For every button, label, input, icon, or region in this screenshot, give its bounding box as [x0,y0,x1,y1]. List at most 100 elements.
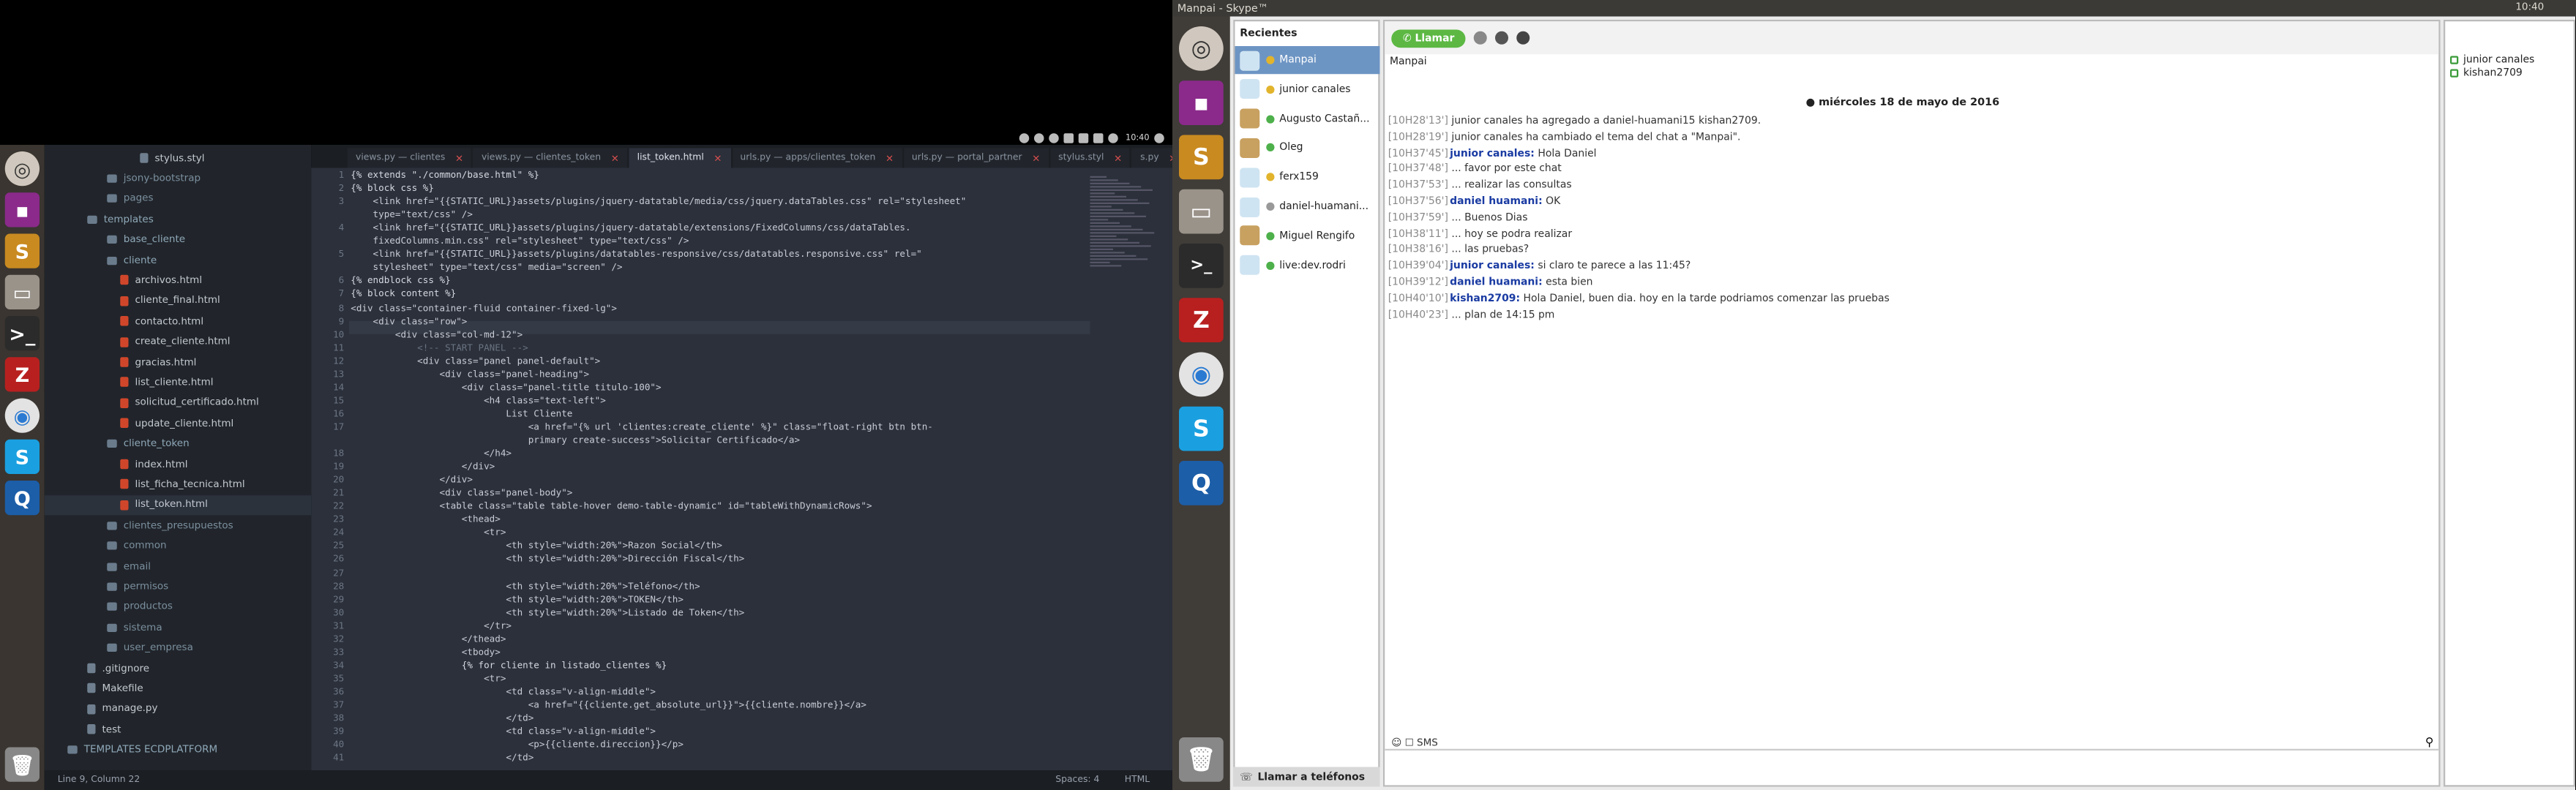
member-item[interactable]: kishan2709 [2450,67,2523,79]
close-icon[interactable]: × [714,152,722,164]
message-input[interactable]: ☺ ☐ SMS ⚲ [1385,736,2439,786]
sidebar-item[interactable]: index.html [45,454,312,474]
code-line[interactable]: <link href="{{STATIC_URL}}assets/plugins… [351,251,922,261]
status-syntax[interactable]: HTML [1125,775,1150,786]
sidebar-item[interactable]: list_token.html [44,494,312,515]
code-line[interactable]: </thead> [351,635,506,645]
sidebar-item[interactable]: .gitignore [45,658,312,678]
code-line[interactable]: primary create-success">Solicitar Certif… [351,436,800,446]
sidebar-item[interactable]: contacto.html [45,312,312,331]
code-line[interactable]: <h4 class="text-left"> [351,396,606,407]
recent-contact[interactable]: Oleg [1235,134,1380,162]
code-line[interactable]: <div class="panel-title titulo-100"> [351,383,662,394]
sublime-text-icon[interactable]: S [1179,135,1224,180]
code-line[interactable]: <table class="table table-hover demo-tab… [351,503,872,513]
chat-icon[interactable]: Q [4,481,40,516]
clock[interactable]: 10:40 [2515,1,2544,13]
code-line[interactable]: {% for cliente in listado_clientes %} [351,661,667,672]
recent-contact[interactable]: Manpai [1235,46,1380,75]
terminal-icon[interactable]: >_ [4,316,40,351]
power-tray-icon[interactable] [1154,133,1164,143]
code-line[interactable]: <th style="width:20%">Listado de Token</… [351,609,744,619]
tab-3[interactable]: urls.py — apps/clientes_token × [732,148,902,168]
chrome-icon[interactable]: ◉ [4,398,40,433]
sidebar-item[interactable]: productos [45,597,312,617]
chat-tray-icon[interactable] [1048,133,1058,143]
code-line[interactable]: {% extends "./common/base.html" %} [351,171,539,181]
code-line[interactable]: </tr> [351,622,512,632]
close-icon[interactable]: × [886,152,894,164]
code-line[interactable]: <th style="width:20%">Dirección Fiscal</… [351,555,744,565]
sidebar-item[interactable]: gracias.html [45,353,312,372]
trash-icon[interactable]: 🗑 [1179,737,1224,782]
code-line[interactable]: <div class="row"> [351,317,468,327]
sidebar-item[interactable]: clientes_presupuestos [45,516,312,535]
recent-contact[interactable]: ferx159 [1235,163,1380,191]
recent-contact[interactable]: live:dev.rodri [1235,251,1380,279]
files-icon[interactable]: ▭ [1179,189,1224,234]
close-icon[interactable]: × [1032,152,1040,164]
ubuntu-logo-icon[interactable]: ◎ [4,151,40,187]
files-icon[interactable]: ▭ [4,274,40,309]
sidebar-item[interactable]: update_cliente.html [45,413,312,433]
sidebar-item[interactable]: test [45,720,312,740]
code-line[interactable]: {% block content %} [351,290,456,301]
member-item[interactable]: junior canales [2450,54,2534,66]
code-line[interactable]: <link href="{{STATIC_URL}}assets/plugins… [351,224,911,234]
tab-4[interactable]: urls.py — portal_partner × [903,148,1049,168]
chrome-icon[interactable]: ◉ [1179,352,1224,397]
sidebar-item[interactable]: list_cliente.html [45,372,312,392]
clock[interactable]: 10:40 [1126,133,1149,143]
filezilla-icon[interactable]: Z [1179,298,1224,342]
recent-contact[interactable]: Miguel Rengifo [1235,222,1380,249]
shield-tray-icon[interactable] [1033,133,1044,143]
network-tray-icon[interactable] [1077,133,1088,143]
sidebar-item[interactable]: common [45,536,312,556]
skype-icon[interactable]: S [1179,406,1224,451]
sidebar-item[interactable]: cliente [45,250,312,270]
code-line[interactable]: stylesheet" type="text/css" media="scree… [351,264,623,274]
sidebar-item[interactable]: templates [45,209,312,229]
skype-icon[interactable]: S [4,439,40,474]
history-icon[interactable] [1495,31,1509,45]
tab-2[interactable]: list_token.html × [629,148,730,168]
terminal-icon[interactable]: >_ [1179,244,1224,288]
sidebar-item[interactable]: manage.py [45,699,312,719]
code-line[interactable]: <div class="panel-body"> [351,489,572,500]
volume-tray-icon[interactable] [1107,133,1117,143]
sidebar-item[interactable]: archivos.html [45,271,312,290]
sublime-text-icon[interactable]: S [4,233,40,268]
code-line[interactable]: <td class="v-align-middle"> [351,688,656,698]
app-icon[interactable]: ▪ [1179,80,1224,125]
recent-contact[interactable]: junior canales [1235,75,1380,103]
code-line[interactable]: <tbody> [351,648,501,658]
code-line[interactable]: {% block css %} [351,184,434,195]
call-phones-button[interactable]: ☏ Llamar a teléfonos [1233,767,1380,787]
recent-contact[interactable]: Augusto Castañ... [1235,105,1380,132]
code-line[interactable]: </td> [351,754,533,764]
sidebar-item[interactable]: stylus.styl [45,148,312,168]
code-line[interactable]: <!-- START PANEL --> [351,343,528,353]
add-participant-icon[interactable] [1474,31,1488,45]
sidebar-item[interactable]: sistema [45,617,312,637]
status-spaces[interactable]: Spaces: 4 [1055,775,1099,786]
close-icon[interactable]: × [611,152,619,164]
code-line[interactable]: <p>{{cliente.direccion}}</p> [351,741,684,751]
search-icon[interactable]: ⚲ [2425,736,2434,749]
code-line[interactable]: <a href="{% url 'clientes:create_cliente… [351,423,933,433]
recent-contact[interactable]: daniel-huamani... [1235,192,1380,220]
close-icon[interactable]: × [1114,152,1122,164]
code-line[interactable]: <div class="col-md-12"> [351,330,523,340]
ubuntu-logo-icon[interactable]: ◎ [1179,26,1224,71]
filezilla-icon[interactable]: Z [4,357,40,392]
code-line[interactable]: <tr> [351,529,506,539]
code-line[interactable]: <th style="width:20%">Razon Social</th> [351,542,722,552]
code-line[interactable]: </h4> [351,449,512,459]
trash-icon[interactable]: 🗑 [4,747,40,782]
call-button[interactable]: ✆ Llamar [1391,29,1467,48]
sms-toggle[interactable]: ☺ ☐ SMS [1391,737,1438,749]
sidebar-item[interactable]: Makefile [45,679,312,699]
settings-gear-icon[interactable] [1516,31,1530,45]
code-line[interactable]: <link href="{{STATIC_URL}}assets/plugins… [351,198,967,208]
sidebar-item[interactable]: base_cliente [45,230,312,249]
